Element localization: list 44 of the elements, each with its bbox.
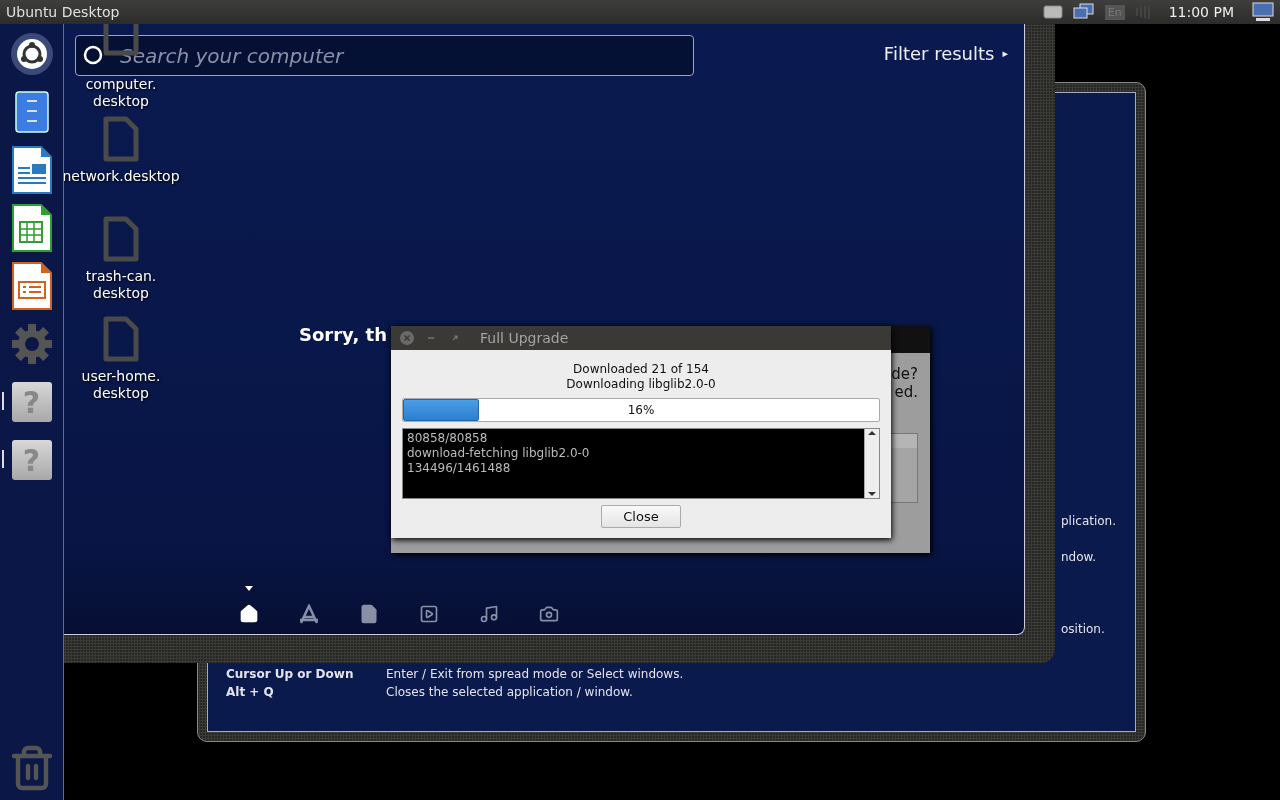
no-results-message: Sorry, th (299, 324, 387, 345)
shortcut-description: Closes the selected application / window. (386, 684, 634, 701)
shortcut-key: Cursor Up or Down (226, 665, 386, 683)
shortcut-description: Enter / Exit from spread mode or Select windows. (386, 666, 685, 683)
circle-logo-icon[interactable] (9, 32, 54, 76)
video-icon[interactable] (419, 604, 439, 624)
network-icon[interactable] (1072, 3, 1095, 21)
music-icon[interactable] (479, 604, 499, 624)
file-cabinet-icon[interactable] (14, 91, 49, 133)
selection-marker (245, 586, 253, 591)
filter-results-button[interactable]: Filter results ▸ (883, 43, 1008, 64)
scroll-up-icon[interactable] (868, 429, 876, 437)
file-icon[interactable] (359, 604, 379, 624)
log-line: 134496/1461488 (407, 461, 512, 476)
shortcut-description: plication. (1061, 513, 1117, 529)
computer-icon[interactable] (1252, 2, 1274, 22)
dialog-text: ed. (894, 383, 918, 401)
status-text: Downloading libglib2.0-0 (566, 377, 716, 392)
window-title: Full Upgrade (480, 330, 569, 346)
clock[interactable]: 11:00 PM (1168, 4, 1234, 20)
document-icon[interactable] (11, 146, 52, 194)
shortcut-description: osition. (1061, 621, 1106, 637)
progress-percent: 16% (627, 403, 655, 417)
search-field[interactable]: Search your computer (75, 35, 694, 76)
dialog-text: de? (891, 365, 918, 383)
display-icon[interactable] (1042, 4, 1063, 20)
log-line: download-fetching libglib2.0-0 (407, 446, 591, 461)
file-label: computer. desktop (85, 76, 157, 110)
home-icon[interactable] (239, 604, 259, 624)
log-line: 80858/80858 (407, 431, 489, 446)
camera-icon[interactable] (539, 604, 559, 624)
shortcut-key: Alt + Q (226, 683, 386, 701)
close-button[interactable]: Close (601, 505, 681, 528)
presentation-icon[interactable] (11, 262, 52, 310)
file-label: user-home. desktop (81, 368, 161, 402)
file-label: network.desktop (62, 168, 180, 185)
shortcut-description: ndow. (1061, 549, 1098, 565)
panel-title: Ubuntu Desktop (6, 4, 120, 20)
file-label: trash-can. desktop (85, 268, 157, 302)
search-icon (83, 45, 105, 67)
status-text: Downloaded 21 of 154 (573, 362, 709, 377)
scroll-down-icon[interactable] (868, 490, 876, 498)
apps-icon[interactable] (299, 604, 319, 624)
spreadsheet-icon[interactable] (11, 204, 52, 252)
